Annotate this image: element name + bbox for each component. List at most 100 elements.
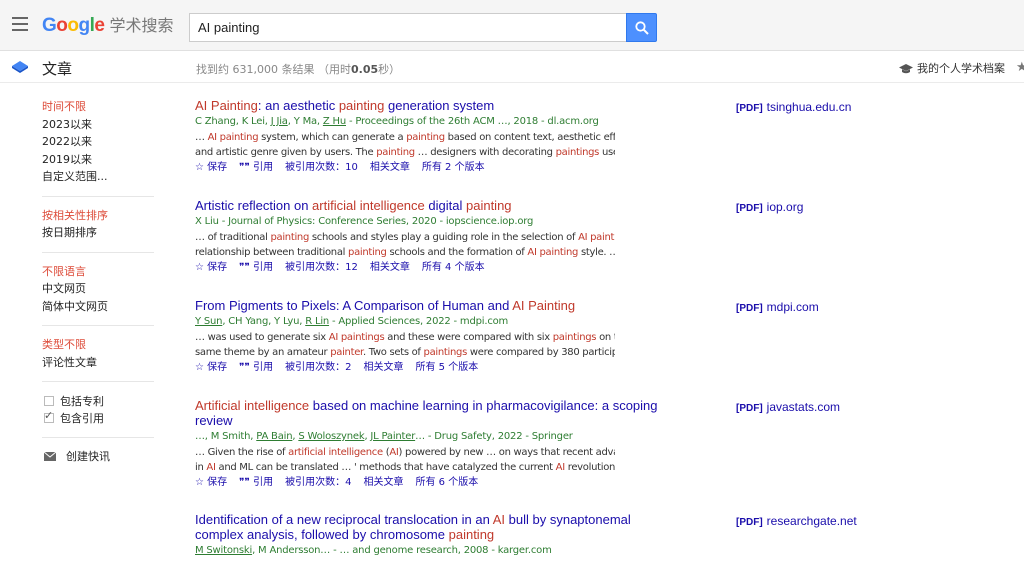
highlighted-term: AI (206, 462, 216, 473)
text-segment: in (195, 462, 207, 473)
text-segment: digital (424, 198, 466, 213)
filter-custom-range[interactable]: 自定义范围... (42, 168, 154, 186)
result-title-link[interactable]: AI Painting: an aesthetic painting gener… (195, 98, 665, 113)
articles-icon (12, 61, 28, 73)
all-versions-link[interactable]: 所有 4 个版本 (422, 262, 485, 273)
star-outline-icon: ☆ (195, 262, 204, 273)
author-link[interactable]: M Switonski (195, 545, 252, 556)
related-articles-link[interactable]: 相关文章 (370, 262, 410, 273)
section-label: 文章 (42, 60, 73, 78)
author-link[interactable]: J Jia (271, 116, 288, 127)
search-input[interactable] (189, 13, 627, 42)
result-title-link[interactable]: From Pigments to Pixels: A Comparison of… (195, 298, 665, 313)
star-icon[interactable]: ★ (1016, 59, 1024, 75)
save-label: 保存 (207, 362, 228, 373)
result-actions: ☆ 保存 ❞❞ 引用 被引用次数：2 相关文章 所有 5 个版本 (195, 361, 995, 375)
text-segment: , M Andersson… - … and genome research, … (252, 545, 552, 556)
cite-label: 引用 (253, 162, 274, 173)
citations-checkbox[interactable] (44, 409, 54, 424)
text-segment: , CH Yang, Y Lyu, (222, 316, 306, 327)
pdf-tag: [PDF] (736, 303, 763, 314)
type-review-articles[interactable]: 评论性文章 (42, 354, 154, 372)
cited-by-link[interactable]: 被引用次数：2 (285, 362, 351, 373)
pdf-link[interactable]: [PDF] tsinghua.edu.cn (736, 100, 851, 114)
filter-since-2023[interactable]: 2023以来 (42, 116, 154, 134)
logo-subtitle: 学术搜索 (109, 16, 174, 35)
result-title-link[interactable]: Artistic reflection on artificial intell… (195, 198, 665, 213)
type-any[interactable]: 类型不限 (42, 336, 154, 354)
all-versions-link[interactable]: 所有 6 个版本 (415, 477, 478, 488)
result-authors: X Liu - Journal of Physics: Conference S… (195, 215, 995, 228)
save-label: 保存 (207, 262, 228, 273)
pdf-link[interactable]: [PDF] mdpi.com (736, 300, 819, 314)
author-link[interactable]: R Lin (305, 316, 329, 327)
cite-label: 引用 (253, 477, 274, 488)
cite-label: 引用 (253, 362, 274, 373)
create-alert-link[interactable]: 创建快讯 (42, 448, 154, 464)
highlighted-term: paintings (423, 347, 468, 358)
save-button[interactable]: ☆ 保存 (195, 262, 227, 273)
all-versions-link[interactable]: 所有 5 个版本 (415, 362, 478, 373)
cited-by-link[interactable]: 被引用次数：12 (285, 262, 358, 273)
star-outline-icon: ☆ (195, 162, 204, 173)
save-button[interactable]: ☆ 保存 (195, 477, 227, 488)
highlighted-term: paintings (552, 332, 597, 343)
highlighted-term: AI Painting (195, 98, 258, 113)
google-scholar-logo[interactable]: Google 学术搜索 (42, 12, 173, 37)
result-snippet: … was used to generate six AI paintings … (195, 330, 615, 345)
my-profile-link[interactable]: 我的个人学术档案 (899, 60, 1005, 76)
filter-since-2022[interactable]: 2022以来 (42, 133, 154, 151)
author-link[interactable]: PA Bain (256, 431, 292, 442)
highlighted-term: AI painting (207, 132, 259, 143)
cite-button[interactable]: ❞❞ 引用 (239, 262, 273, 273)
cite-button[interactable]: ❞❞ 引用 (239, 477, 273, 488)
save-label: 保存 (207, 477, 228, 488)
text-segment: : an aesthetic (257, 98, 339, 113)
related-articles-link[interactable]: 相关文章 (363, 362, 403, 373)
related-articles-link[interactable]: 相关文章 (370, 162, 410, 173)
lang-simplified-chinese[interactable]: 简体中文网页 (42, 298, 154, 316)
result-snippet: relationship between traditional paintin… (195, 245, 615, 260)
cite-button[interactable]: ❞❞ 引用 (239, 362, 273, 373)
text-segment: … designers with decorating (414, 147, 556, 158)
result-title-link[interactable]: Artificial intelligence based on machine… (195, 398, 665, 428)
related-articles-link[interactable]: 相关文章 (363, 477, 403, 488)
text-segment: generation system (384, 98, 495, 113)
include-citations-toggle[interactable]: 包含引用 (42, 409, 154, 428)
text-segment: on the (599, 332, 615, 343)
result-title-link[interactable]: Identification of a new reciprocal trans… (195, 512, 665, 542)
author-link[interactable]: Y Sun (195, 316, 223, 327)
author-link[interactable]: S Woloszynek (298, 431, 364, 442)
highlighted-term: painting (376, 147, 415, 158)
lang-any[interactable]: 不限语言 (42, 263, 154, 281)
text-segment: … was used to generate six (195, 332, 329, 343)
search-result: Artificial intelligence based on machine… (195, 398, 995, 490)
save-label: 保存 (207, 162, 228, 173)
filter-any-time[interactable]: 时间不限 (42, 98, 154, 116)
pdf-link[interactable]: [PDF] javastats.com (736, 400, 840, 414)
pdf-link[interactable]: [PDF] iop.org (736, 200, 803, 214)
save-button[interactable]: ☆ 保存 (195, 162, 227, 173)
menu-icon[interactable] (12, 17, 28, 31)
cited-by-link[interactable]: 被引用次数：4 (285, 477, 351, 488)
sort-by-relevance[interactable]: 按相关性排序 (42, 207, 154, 225)
author-link[interactable]: JL Painter (370, 431, 415, 442)
all-versions-link[interactable]: 所有 2 个版本 (422, 162, 485, 173)
cited-by-link[interactable]: 被引用次数：10 (285, 162, 358, 173)
lang-chinese[interactable]: 中文网页 (42, 280, 154, 298)
search-button[interactable] (626, 13, 657, 42)
cite-button[interactable]: ❞❞ 引用 (239, 162, 273, 173)
highlighted-term: AI painting (578, 232, 615, 243)
result-snippet: in AI and ML can be translated … ' metho… (195, 460, 615, 475)
highlighted-term: painting (270, 232, 310, 243)
filter-since-2019[interactable]: 2019以来 (42, 151, 154, 169)
pdf-link[interactable]: [PDF] researchgate.net (736, 514, 857, 528)
sort-by-date[interactable]: 按日期排序 (42, 224, 154, 242)
patents-checkbox[interactable] (44, 395, 54, 406)
save-button[interactable]: ☆ 保存 (195, 362, 227, 373)
result-actions: ☆ 保存 ❞❞ 引用 被引用次数：10 相关文章 所有 2 个版本 (195, 161, 995, 175)
include-patents-toggle[interactable]: 包括专利 (42, 392, 154, 410)
envelope-icon (44, 451, 56, 461)
author-link[interactable]: Z Hu (323, 116, 346, 127)
search-result: From Pigments to Pixels: A Comparison of… (195, 298, 995, 375)
